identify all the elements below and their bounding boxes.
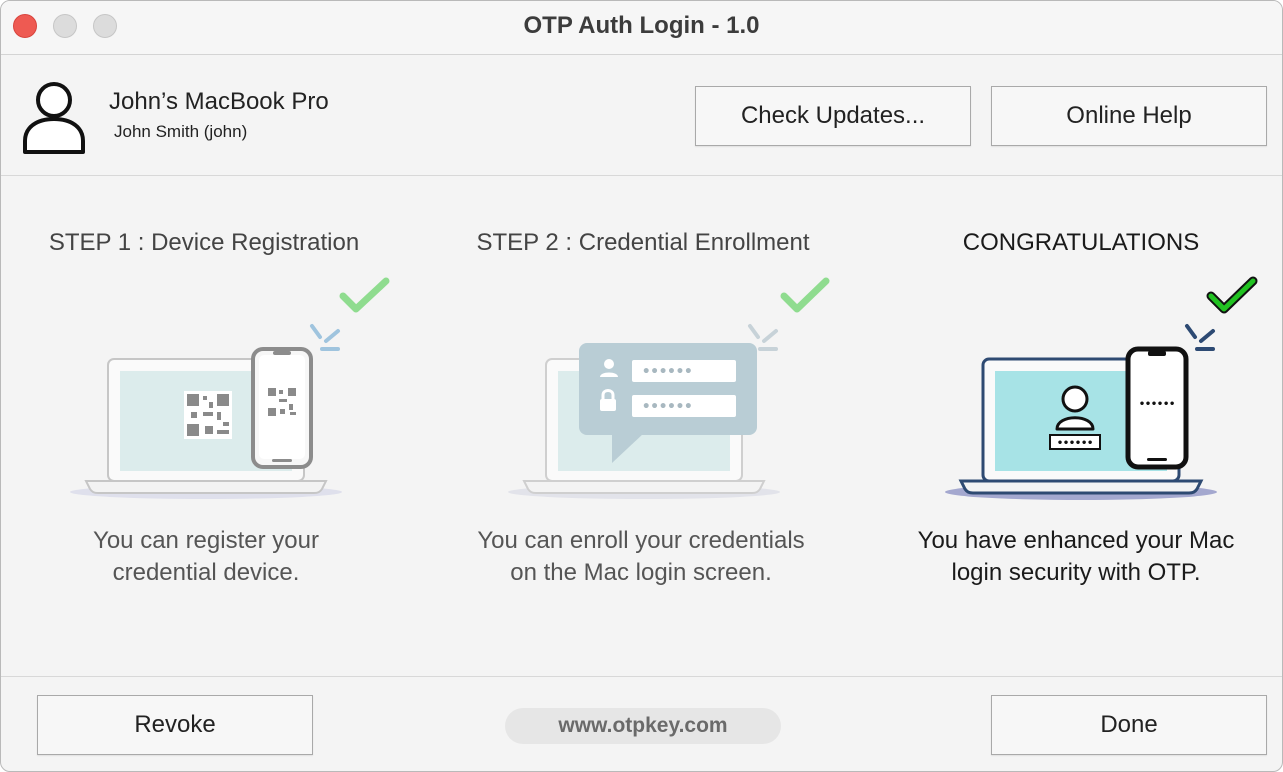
congratulations-illustration: •••••• ••••••: [945, 276, 1258, 500]
done-button[interactable]: Done: [991, 695, 1267, 755]
step3-title: CONGRATULATIONS: [962, 229, 1200, 256]
app-window: OTP Auth Login - 1.0 John’s MacBook Pro …: [0, 0, 1283, 772]
device-registration-illustration: [70, 277, 390, 499]
title-bar[interactable]: OTP Auth Login - 1.0: [1, 1, 1282, 55]
svg-text:••••••: ••••••: [642, 399, 693, 415]
website-link[interactable]: www.otpkey.com: [505, 708, 781, 744]
svg-text:••••••: ••••••: [1057, 438, 1093, 449]
online-help-button[interactable]: Online Help: [991, 86, 1267, 146]
step2-title: STEP 2 : Credential Enrollment: [476, 229, 810, 256]
user-header: John’s MacBook Pro John Smith (john) Che…: [1, 56, 1282, 176]
check-updates-button[interactable]: Check Updates...: [695, 86, 971, 146]
check-icon: [339, 277, 390, 313]
step2-description: You can enroll your credentials on the M…: [477, 527, 805, 586]
step1-title: STEP 1 : Device Registration: [48, 229, 360, 256]
check-icon: [780, 277, 830, 313]
svg-text:••••••: ••••••: [642, 364, 693, 380]
credential-enrollment-illustration: •••••• ••••••: [508, 277, 830, 499]
step1-description: You can register your credential device.: [93, 527, 319, 586]
revoke-button[interactable]: Revoke: [37, 695, 313, 755]
step3-description: You have enhanced your Mac login securit…: [917, 527, 1235, 586]
user-avatar-icon: [23, 82, 85, 154]
user-name: John Smith (john): [114, 122, 248, 141]
device-name: John’s MacBook Pro: [109, 88, 329, 115]
footer-bar: Revoke www.otpkey.com Done: [1, 676, 1282, 771]
signal-icon: [1185, 324, 1215, 351]
signal-icon: [310, 324, 340, 351]
svg-text:••••••: ••••••: [1139, 399, 1175, 410]
window-title: OTP Auth Login - 1.0: [523, 12, 760, 39]
